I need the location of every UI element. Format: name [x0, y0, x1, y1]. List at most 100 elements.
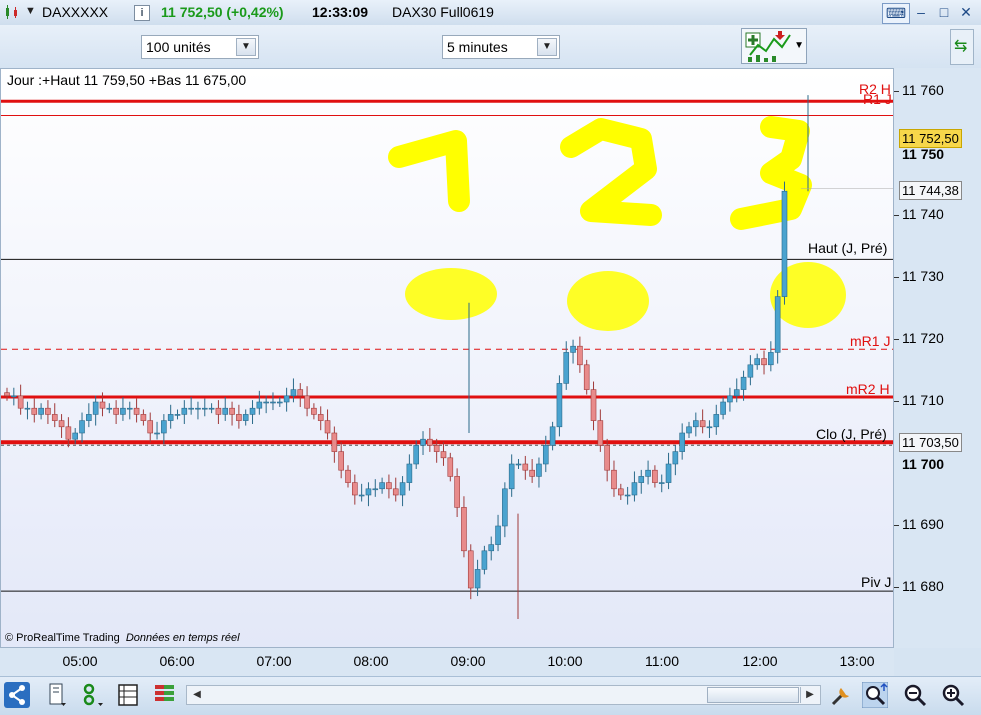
- time-axis[interactable]: 05:00 06:00 07:00 08:00 09:00 10:00 11:0…: [0, 648, 894, 676]
- candle-body: [208, 407, 215, 410]
- candle-body: [529, 469, 535, 477]
- candle-body: [147, 420, 154, 434]
- add-indicator-button[interactable]: ▼: [741, 28, 807, 64]
- chevron-down-icon[interactable]: ▼: [236, 38, 256, 56]
- candle-body: [686, 426, 692, 434]
- candle-body: [126, 407, 133, 410]
- interval-select[interactable]: 5 minutes ▼: [442, 35, 560, 59]
- info-icon[interactable]: i: [134, 5, 150, 21]
- document-icon[interactable]: [44, 682, 70, 708]
- y-tick-mark: [894, 339, 899, 340]
- candle-body: [754, 358, 761, 366]
- candle-body: [399, 482, 406, 496]
- candle-body: [665, 463, 672, 483]
- candle-body: [263, 401, 269, 404]
- price-change: 11 752,50 (+0,42%): [161, 4, 284, 20]
- candle-body: [11, 395, 17, 398]
- link-icon[interactable]: [80, 682, 106, 708]
- y-tick-label: 11 730: [902, 268, 944, 284]
- scroll-right-icon[interactable]: ▶: [800, 687, 819, 703]
- candle-body: [304, 395, 310, 409]
- candle-body: [256, 401, 263, 409]
- candle-body: [761, 358, 767, 366]
- y-tick-label: 11 760: [902, 82, 944, 98]
- order-book-icon[interactable]: [152, 682, 178, 708]
- candle-body: [133, 407, 140, 415]
- interval-select-value: 5 minutes: [447, 39, 508, 55]
- candle-body: [583, 364, 590, 390]
- candle-body: [270, 401, 276, 404]
- candle-body: [86, 414, 92, 421]
- zoom-fit-icon[interactable]: [862, 682, 888, 708]
- candle-body: [699, 420, 706, 428]
- close-icon[interactable]: ✕: [956, 3, 976, 22]
- zoom-out-icon[interactable]: [902, 682, 928, 708]
- price-chart[interactable]: Jour :+Haut 11 759,50 +Bas 11 675,00 R2 …: [0, 68, 894, 648]
- candle-body: [597, 420, 604, 446]
- x-tick-label: 10:00: [547, 653, 583, 669]
- candlestick-icon[interactable]: [4, 5, 20, 19]
- scrollbar-thumb[interactable]: [707, 687, 799, 703]
- candle-body: [352, 482, 358, 496]
- units-select[interactable]: 100 unités ▼: [141, 35, 259, 59]
- y-tick-label: 11 700: [902, 456, 945, 472]
- candle-body: [406, 463, 413, 483]
- chart-canvas: [1, 95, 893, 619]
- copyright-text: © ProRealTime Trading: [5, 632, 120, 644]
- candle-body: [747, 364, 754, 378]
- candle-body: [624, 494, 631, 497]
- candle-body: [358, 494, 365, 497]
- price-axis[interactable]: 11 760 11 750 11 740 11 730 11 720 11 71…: [894, 68, 981, 648]
- candle-body: [51, 414, 58, 421]
- copyright-note: © ProRealTime Trading Données en temps r…: [5, 632, 240, 644]
- clock: 12:33:09: [312, 4, 369, 20]
- minimize-icon[interactable]: –: [911, 3, 931, 22]
- share-icon[interactable]: [4, 682, 30, 708]
- candle-body: [113, 407, 119, 415]
- chevron-down-icon[interactable]: ▼: [537, 38, 557, 56]
- candle-body: [99, 401, 106, 409]
- tools-icon[interactable]: [829, 682, 855, 708]
- candle-body: [229, 407, 235, 415]
- chevron-down-icon[interactable]: ▼: [794, 40, 804, 51]
- zoom-in-icon[interactable]: [940, 682, 966, 708]
- candle-body: [106, 407, 113, 410]
- candle-body: [242, 414, 249, 421]
- candle-body: [4, 392, 10, 397]
- candle-body: [652, 469, 658, 483]
- candle-body: [249, 407, 256, 415]
- candle-body: [631, 482, 638, 496]
- panel-toggle-button[interactable]: ⇆: [950, 29, 974, 65]
- candle-body: [222, 407, 229, 415]
- symbol-name[interactable]: DAXXXXX: [42, 4, 108, 20]
- close-price-badge: 11 703,50: [899, 433, 962, 452]
- y-tick-label: 11 750: [902, 146, 945, 162]
- scroll-left-icon[interactable]: ◀: [188, 687, 206, 703]
- candle-body: [781, 190, 788, 297]
- candle-body: [140, 414, 147, 421]
- candle-body: [120, 407, 126, 415]
- candle-body: [454, 476, 460, 508]
- candle-body: [733, 389, 740, 397]
- maximize-icon[interactable]: □: [934, 3, 954, 22]
- candle-body: [174, 414, 181, 416]
- level-label-r1j: R1 J: [863, 91, 892, 107]
- candle-body: [311, 407, 317, 415]
- candle-body: [727, 395, 733, 403]
- chevron-down-icon[interactable]: ▼: [25, 5, 36, 17]
- candle-body: [65, 426, 72, 440]
- candle-body: [693, 420, 699, 428]
- y-tick-mark: [894, 401, 899, 402]
- instrument-name: DAX30 Full0619: [392, 4, 494, 20]
- candle-body: [536, 463, 542, 477]
- candle-body: [713, 414, 720, 428]
- candle-body: [488, 544, 495, 552]
- table-icon[interactable]: [116, 682, 142, 708]
- keyboard-icon[interactable]: ⌨: [882, 3, 910, 24]
- candle-body: [549, 426, 556, 446]
- candle-body: [502, 488, 508, 527]
- horizontal-scrollbar[interactable]: ◀ ▶: [186, 685, 821, 705]
- level-label-haut: Haut (J, Pré): [808, 240, 888, 256]
- candle-body: [79, 420, 85, 434]
- candle-body: [24, 407, 31, 410]
